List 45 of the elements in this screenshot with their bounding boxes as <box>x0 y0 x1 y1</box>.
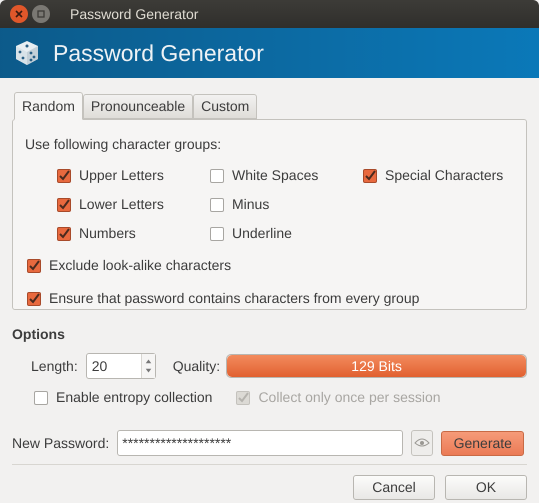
checkbox-label: Ensure that password contains characters from every group <box>49 289 420 308</box>
dialog-button[interactable]: Cancel <box>353 475 435 500</box>
groups-label: Use following character groups: <box>25 135 222 154</box>
options-heading: Options <box>12 325 66 344</box>
length-label: Length: <box>31 356 78 376</box>
checkbox[interactable] <box>27 292 41 306</box>
generate-button[interactable]: Generate <box>441 430 524 456</box>
checkbox-label: Special Characters <box>385 166 504 185</box>
checkbox[interactable] <box>27 258 41 272</box>
checkbox[interactable] <box>363 168 377 182</box>
new-password-label: New Password: <box>12 434 110 452</box>
quality-label: Quality: <box>172 356 220 376</box>
checkbox-label: Minus <box>232 195 270 214</box>
checkbox-label: Enable entropy collection <box>56 388 212 407</box>
checkbox-label: Exclude look-alike characters <box>49 256 232 275</box>
window-title: Password Generator <box>70 4 198 24</box>
password-field[interactable]: ******************** <box>117 430 404 456</box>
spin-arrows-icon <box>140 354 155 378</box>
header-title: Password Generator <box>53 38 264 68</box>
tab[interactable]: Random <box>14 92 83 120</box>
close-button[interactable] <box>10 5 28 23</box>
checkbox-label: Collect only once per session <box>258 388 441 407</box>
checkbox-label: Upper Letters <box>79 166 164 185</box>
dice-icon <box>13 38 41 68</box>
eye-icon <box>414 437 430 449</box>
dialog-button[interactable]: OK <box>445 475 527 500</box>
checkbox[interactable] <box>210 198 224 212</box>
maximize-button[interactable] <box>32 5 50 23</box>
checkbox-label: Numbers <box>79 224 136 243</box>
checkbox-label: White Spaces <box>232 166 318 185</box>
checkbox-label: Lower Letters <box>79 195 164 214</box>
show-password-button[interactable] <box>411 430 434 456</box>
checkbox[interactable] <box>57 198 71 212</box>
tab[interactable]: Custom <box>193 94 258 119</box>
close-icon <box>15 10 23 18</box>
checkbox[interactable] <box>210 226 224 240</box>
checkbox[interactable] <box>210 168 224 182</box>
checkbox[interactable] <box>57 168 71 182</box>
checkbox[interactable] <box>57 226 71 240</box>
quality-reading: 129 Bits <box>350 356 403 376</box>
tab[interactable]: Pronounceable <box>82 94 194 119</box>
checkbox-label: Underline <box>232 224 292 243</box>
maximize-icon <box>37 10 45 18</box>
checkbox[interactable] <box>34 390 48 404</box>
length-spinner[interactable]: 20 <box>86 353 156 379</box>
